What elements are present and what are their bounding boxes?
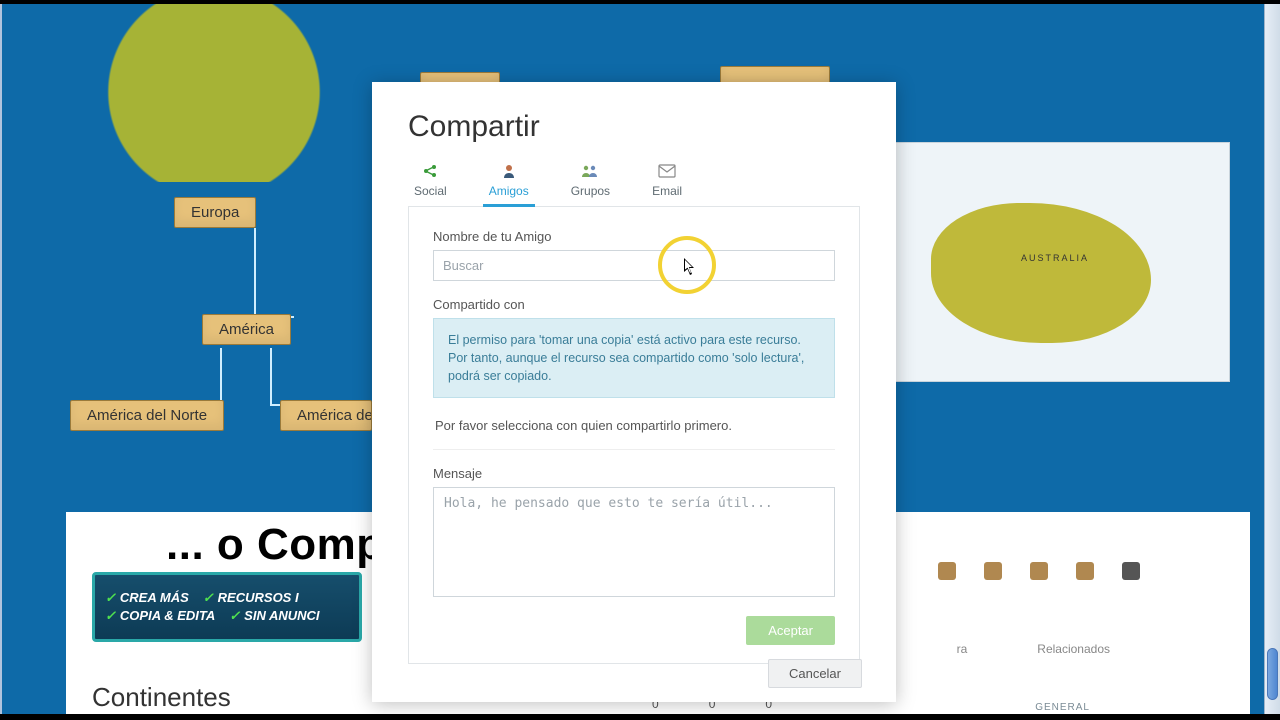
connector xyxy=(270,348,320,406)
toolbar-icon[interactable] xyxy=(1076,562,1094,580)
side-label: ra xyxy=(957,642,968,656)
promo-bar: CREA MÁS RECURSOS I COPIA & EDITA SIN AN… xyxy=(92,572,362,642)
email-icon xyxy=(658,162,676,180)
tab-email[interactable]: Email xyxy=(652,162,682,206)
group-icon xyxy=(581,162,599,180)
toolbar-icon[interactable] xyxy=(1030,562,1048,580)
promo-item: SIN ANUNCI xyxy=(229,608,319,624)
tab-amigos[interactable]: Amigos xyxy=(489,162,529,206)
side-labels: ra Relacionados xyxy=(957,642,1110,656)
mindmap-node-america[interactable]: América xyxy=(202,314,291,345)
toolbar-icon[interactable] xyxy=(984,562,1002,580)
scrollbar-thumb[interactable] xyxy=(1267,648,1278,700)
general-label: GENERAL xyxy=(1035,702,1090,713)
australia-label: AUSTRALIA xyxy=(1021,253,1089,263)
friend-name-label: Nombre de tu Amigo xyxy=(433,229,835,244)
mindmap-node-america-sur[interactable]: América de xyxy=(280,400,372,431)
tab-label: Social xyxy=(414,184,447,198)
resource-title: Continentes xyxy=(92,682,231,713)
share-panel: Nombre de tu Amigo Compartido con El per… xyxy=(408,206,860,664)
tab-social[interactable]: Social xyxy=(414,162,447,206)
friend-search-input[interactable] xyxy=(433,250,835,281)
side-label: Relacionados xyxy=(1037,642,1110,656)
tab-grupos[interactable]: Grupos xyxy=(571,162,610,206)
promo-item: CREA MÁS xyxy=(105,590,189,606)
cancel-button[interactable]: Cancelar xyxy=(768,659,862,688)
promo-item: RECURSOS I xyxy=(203,590,299,606)
copy-permission-info: El permiso para 'tomar una copia' está a… xyxy=(433,318,835,398)
share-modal: Compartir Social Amigos Grupos Email xyxy=(372,82,896,702)
accept-button[interactable]: Aceptar xyxy=(746,616,835,645)
shared-with-label: Compartido con xyxy=(433,297,835,312)
letterbox xyxy=(0,714,1280,720)
print-icon[interactable] xyxy=(1122,562,1140,580)
tab-label: Grupos xyxy=(571,184,610,198)
mindmap-node-america-norte[interactable]: América del Norte xyxy=(70,400,224,431)
window-scrollbar[interactable] xyxy=(1264,0,1280,720)
select-first-note: Por favor selecciona con quien compartir… xyxy=(433,398,835,450)
connector xyxy=(162,348,222,406)
connector xyxy=(254,228,294,318)
promo-item: COPIA & EDITA xyxy=(105,608,215,624)
tab-label: Amigos xyxy=(489,184,529,198)
share-icon xyxy=(421,162,439,180)
message-label: Mensaje xyxy=(433,466,835,481)
map-oceania: AUSTRALIA xyxy=(860,142,1230,382)
modal-title: Compartir xyxy=(408,110,860,144)
share-tabs: Social Amigos Grupos Email xyxy=(408,162,860,206)
resource-toolbar xyxy=(938,562,1140,580)
mindmap-node-europa[interactable]: Europa xyxy=(174,197,256,228)
tab-label: Email xyxy=(652,184,682,198)
message-textarea[interactable] xyxy=(433,487,835,597)
letterbox xyxy=(0,0,1280,4)
toolbar-icon[interactable] xyxy=(938,562,956,580)
map-europe xyxy=(102,2,382,182)
person-icon xyxy=(500,162,518,180)
